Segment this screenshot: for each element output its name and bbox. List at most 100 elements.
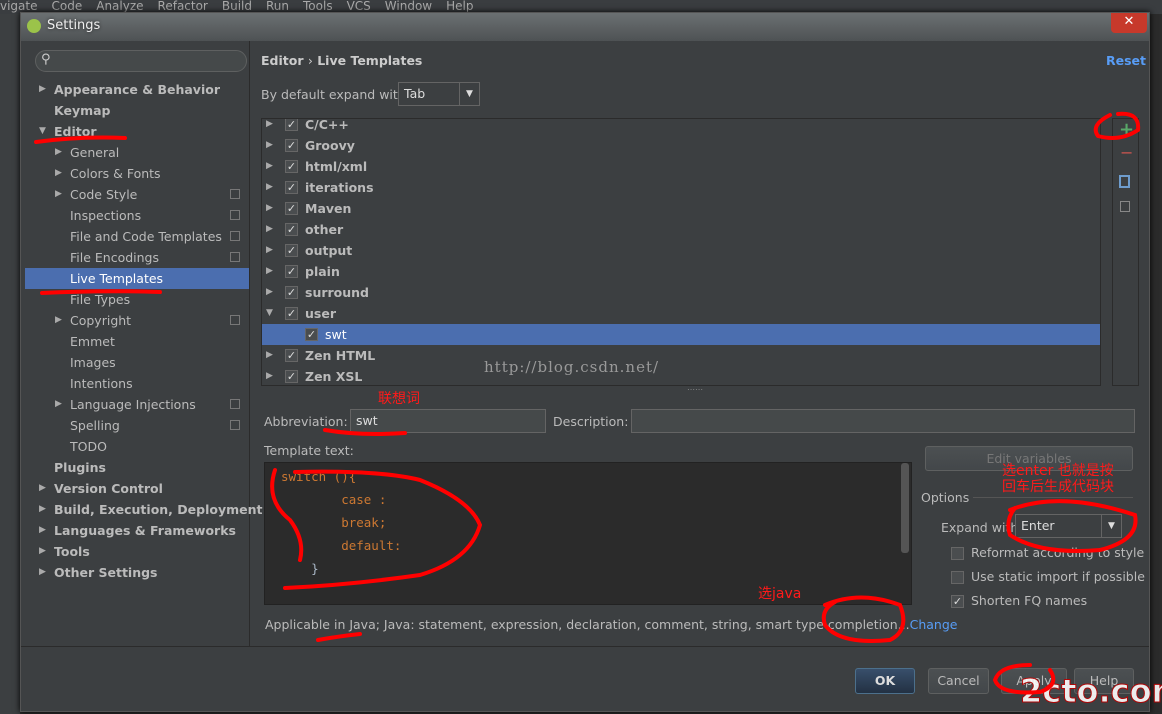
abbreviation-input[interactable]: swt: [350, 409, 546, 433]
chevron-right-icon[interactable]: ▶: [39, 562, 46, 583]
checkbox[interactable]: ✓: [285, 139, 298, 152]
checkbox[interactable]: ✓: [305, 328, 318, 341]
checkbox[interactable]: ✓: [285, 370, 298, 383]
sidebar-item-emmet[interactable]: Emmet: [25, 331, 249, 352]
reset-link[interactable]: Reset: [1106, 53, 1146, 68]
sidebar-item-appearance-behavior[interactable]: ▶ Appearance & Behavior: [25, 79, 249, 100]
sidebar-item-images[interactable]: Images: [25, 352, 249, 373]
chevron-right-icon[interactable]: ▶: [55, 394, 62, 415]
sidebar-item-general[interactable]: ▶ General: [25, 142, 249, 163]
chevron-right-icon[interactable]: ▶: [266, 198, 273, 219]
chevron-right-icon[interactable]: ▶: [266, 156, 273, 177]
description-input[interactable]: [631, 409, 1135, 433]
option-checkbox[interactable]: [951, 547, 964, 560]
default-expand-select[interactable]: Tab ▼: [398, 82, 480, 106]
chevron-right-icon[interactable]: ▶: [266, 219, 273, 240]
chevron-right-icon[interactable]: ▶: [39, 520, 46, 541]
sidebar-item-code-style[interactable]: ▶ Code Style: [25, 184, 249, 205]
sidebar-item-build-execution-deployment[interactable]: ▶ Build, Execution, Deployment: [25, 499, 262, 520]
sidebar-item-language-injections[interactable]: ▶ Language Injections: [25, 394, 249, 415]
template-group-row[interactable]: ▶ ✓ other: [262, 219, 1100, 240]
chevron-down-icon[interactable]: ▼: [39, 121, 46, 142]
template-group-row[interactable]: ▶ ✓ Zen XSL: [262, 366, 1100, 385]
option-checkbox[interactable]: [951, 571, 964, 584]
change-context-icon[interactable]: [1120, 201, 1130, 212]
checkbox[interactable]: ✓: [285, 181, 298, 194]
search-input[interactable]: ⚲: [35, 50, 247, 72]
cancel-button[interactable]: Cancel: [928, 668, 989, 694]
template-group-row[interactable]: ▶ ✓ Zen HTML: [262, 345, 1100, 366]
template-group-row[interactable]: ▶ ✓ iterations: [262, 177, 1100, 198]
checkbox[interactable]: ✓: [285, 223, 298, 236]
sidebar-item-intentions[interactable]: Intentions: [25, 373, 249, 394]
chevron-right-icon[interactable]: ▶: [39, 499, 46, 520]
template-group-row[interactable]: ▶ ✓ surround: [262, 282, 1100, 303]
chevron-right-icon[interactable]: ▶: [266, 177, 273, 198]
remove-icon[interactable]: −: [1120, 143, 1133, 162]
sidebar-item-todo[interactable]: TODO: [25, 436, 249, 457]
chevron-right-icon[interactable]: ▶: [266, 119, 273, 135]
sidebar-item-file-encodings[interactable]: File Encodings: [25, 247, 249, 268]
template-group-row[interactable]: ▶ ✓ C/C++: [262, 119, 1100, 135]
chevron-right-icon[interactable]: ▶: [55, 163, 62, 184]
ok-button[interactable]: OK: [855, 668, 915, 694]
splitter-handle[interactable]: ⋯⋯: [687, 385, 703, 394]
template-group-row[interactable]: ▶ ✓ Groovy: [262, 135, 1100, 156]
sidebar-item-tools[interactable]: ▶ Tools: [25, 541, 249, 562]
chevron-right-icon[interactable]: ▶: [266, 366, 273, 385]
chevron-right-icon[interactable]: ▶: [39, 478, 46, 499]
chevron-right-icon[interactable]: ▶: [266, 240, 273, 261]
sidebar-item-file-and-code-templates[interactable]: File and Code Templates: [25, 226, 249, 247]
change-link[interactable]: Change: [910, 617, 958, 632]
checkbox[interactable]: ✓: [285, 244, 298, 257]
chevron-right-icon[interactable]: ▶: [266, 282, 273, 303]
template-group-row[interactable]: ✓ swt: [262, 324, 1100, 345]
template-group-row[interactable]: ▼ ✓ user: [262, 303, 1100, 324]
checkbox[interactable]: ✓: [285, 202, 298, 215]
checkbox[interactable]: ✓: [285, 160, 298, 173]
option-label[interactable]: Shorten FQ names: [971, 593, 1087, 608]
breadcrumb-parent[interactable]: Editor: [261, 53, 304, 68]
sidebar-item-file-types[interactable]: File Types: [25, 289, 249, 310]
template-group-row[interactable]: ▶ ✓ output: [262, 240, 1100, 261]
checkbox[interactable]: ✓: [285, 349, 298, 362]
sidebar-item-languages-frameworks[interactable]: ▶ Languages & Frameworks: [25, 520, 249, 541]
template-group-row[interactable]: ▶ ✓ plain: [262, 261, 1100, 282]
close-button[interactable]: ✕: [1111, 13, 1147, 33]
template-text-editor[interactable]: switch (){ case : break; default: }: [264, 462, 912, 605]
chevron-right-icon[interactable]: ▶: [39, 541, 46, 562]
option-label[interactable]: Reformat according to style: [971, 545, 1144, 560]
template-group-row[interactable]: ▶ ✓ Maven: [262, 198, 1100, 219]
chevron-right-icon[interactable]: ▶: [55, 142, 62, 163]
chevron-right-icon[interactable]: ▶: [266, 261, 273, 282]
checkbox[interactable]: ✓: [285, 286, 298, 299]
checkbox[interactable]: ✓: [285, 265, 298, 278]
chevron-right-icon[interactable]: ▶: [266, 135, 273, 156]
chevron-right-icon[interactable]: ▶: [266, 345, 273, 366]
copy-icon[interactable]: [1119, 175, 1130, 188]
add-icon[interactable]: +: [1119, 119, 1134, 140]
sidebar-item-plugins[interactable]: Plugins: [25, 457, 249, 478]
sidebar-item-colors-fonts[interactable]: ▶ Colors & Fonts: [25, 163, 249, 184]
template-group-label: swt: [325, 327, 347, 342]
sidebar-item-live-templates[interactable]: Live Templates: [25, 268, 249, 289]
chevron-right-icon[interactable]: ▶: [39, 79, 46, 100]
sidebar-item-other-settings[interactable]: ▶ Other Settings: [25, 562, 249, 583]
editor-scrollbar[interactable]: [901, 463, 909, 553]
template-group-row[interactable]: ▶ ✓ html/xml: [262, 156, 1100, 177]
sidebar-item-spelling[interactable]: Spelling: [25, 415, 249, 436]
checkbox[interactable]: ✓: [285, 119, 298, 131]
option-checkbox[interactable]: ✓: [951, 595, 964, 608]
sidebar-item-inspections[interactable]: Inspections: [25, 205, 249, 226]
option-label[interactable]: Use static import if possible: [971, 569, 1145, 584]
sidebar-item-editor[interactable]: ▼ Editor: [25, 121, 249, 142]
sidebar-item-keymap[interactable]: Keymap: [25, 100, 249, 121]
checkbox[interactable]: ✓: [285, 307, 298, 320]
template-line: break;: [281, 515, 387, 530]
sidebar-item-version-control[interactable]: ▶ Version Control: [25, 478, 249, 499]
chevron-right-icon[interactable]: ▶: [55, 310, 62, 331]
expand-with-select[interactable]: Enter ▼: [1015, 514, 1122, 538]
sidebar-item-copyright[interactable]: ▶ Copyright: [25, 310, 249, 331]
chevron-right-icon[interactable]: ▶: [55, 184, 62, 205]
chevron-down-icon[interactable]: ▼: [266, 303, 273, 324]
